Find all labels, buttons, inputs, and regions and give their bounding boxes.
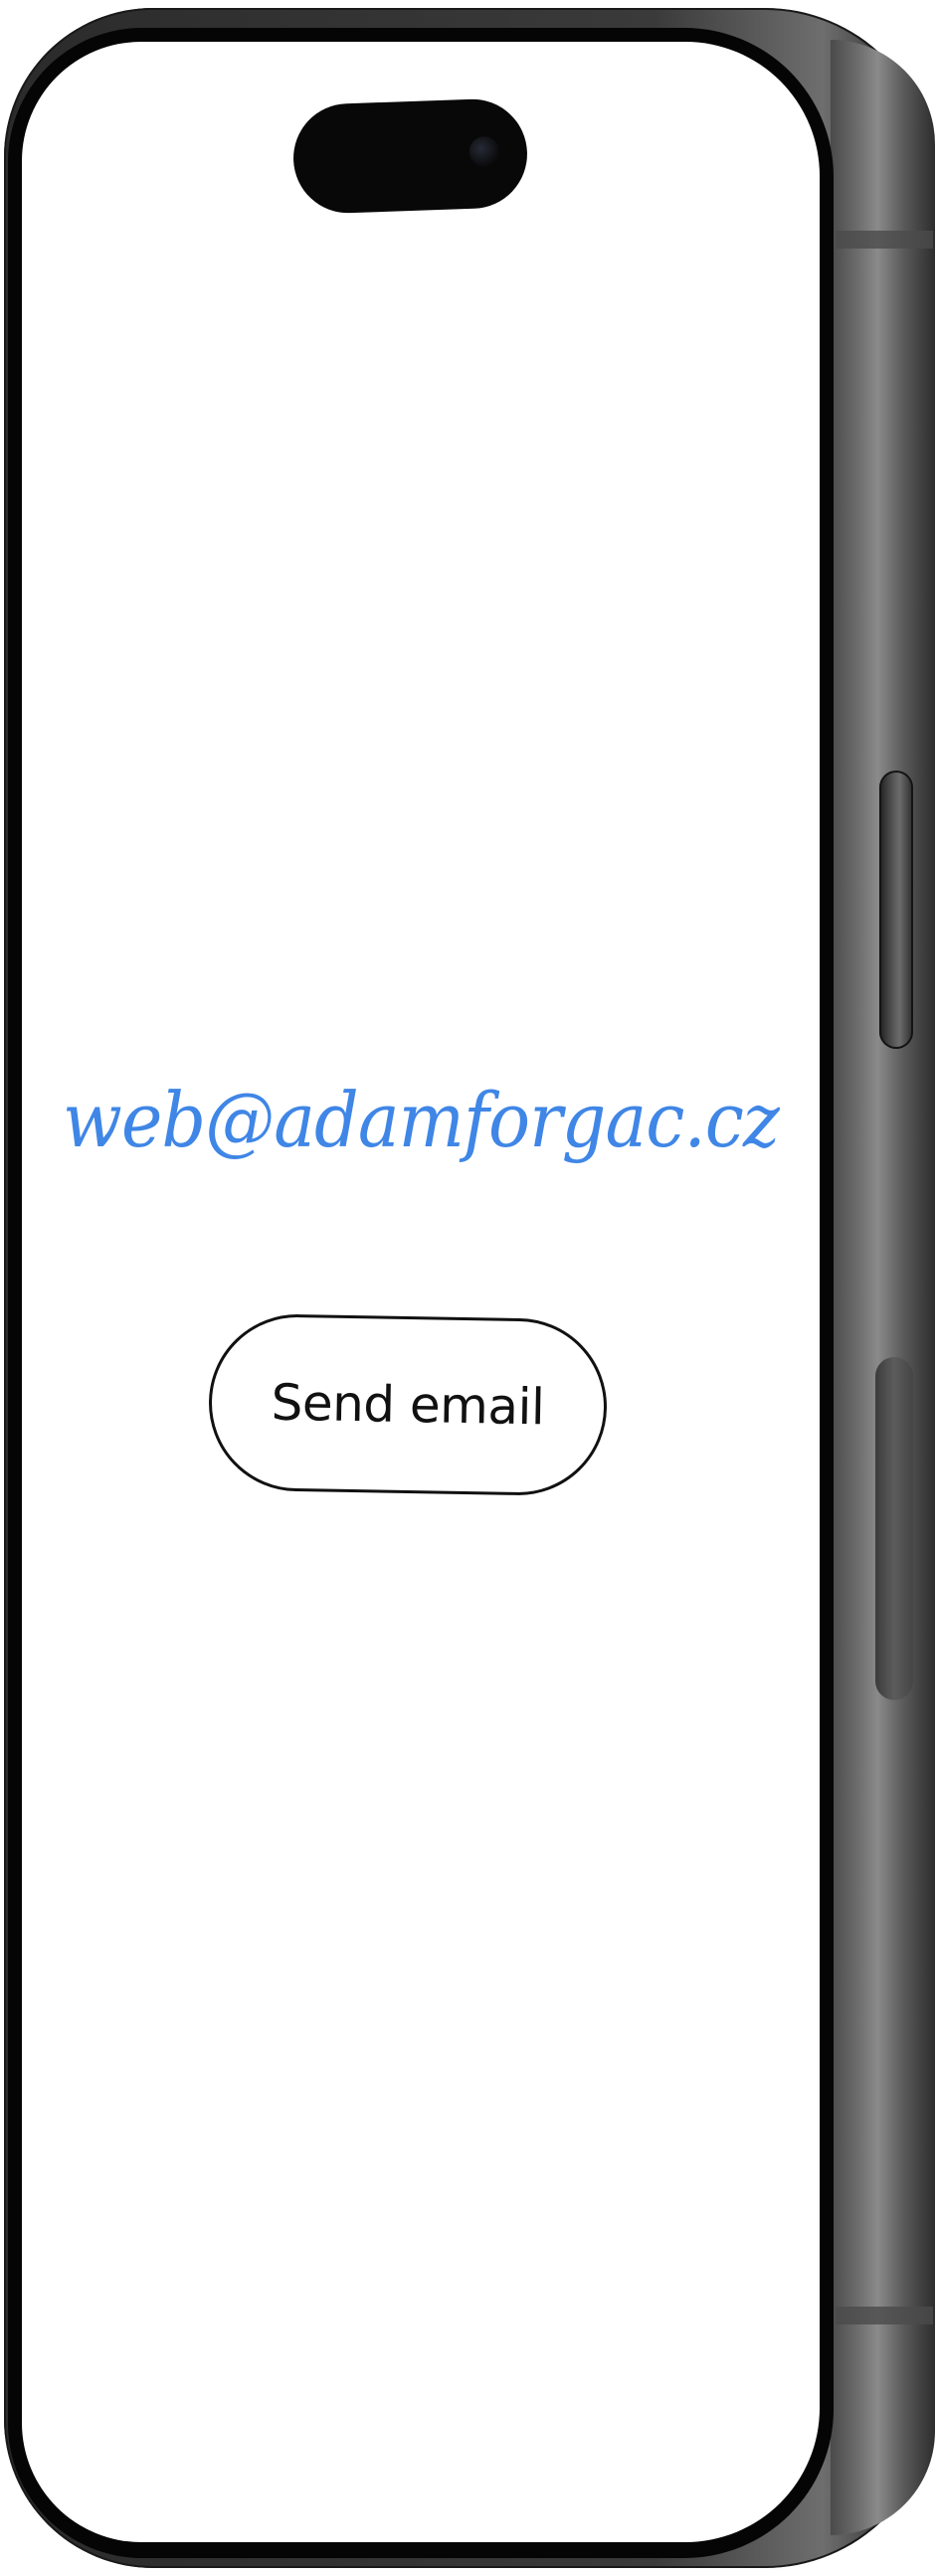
dynamic-island (291, 96, 529, 216)
phone-side-rail (831, 40, 935, 2535)
camera-control-button (875, 1357, 913, 1700)
front-camera-icon (469, 135, 500, 167)
send-email-button-label: Send email (271, 1373, 545, 1437)
phone-screen: web@adamforgac.cz Send email (22, 42, 820, 2542)
antenna-band-top (836, 231, 933, 249)
email-link[interactable]: web@adamforgac.cz (54, 1076, 788, 1164)
antenna-band-bottom (836, 2307, 933, 2324)
phone-mockup-stage: web@adamforgac.cz Send email (0, 0, 938, 2576)
send-email-button[interactable]: Send email (207, 1312, 609, 1497)
power-button (879, 771, 913, 1049)
